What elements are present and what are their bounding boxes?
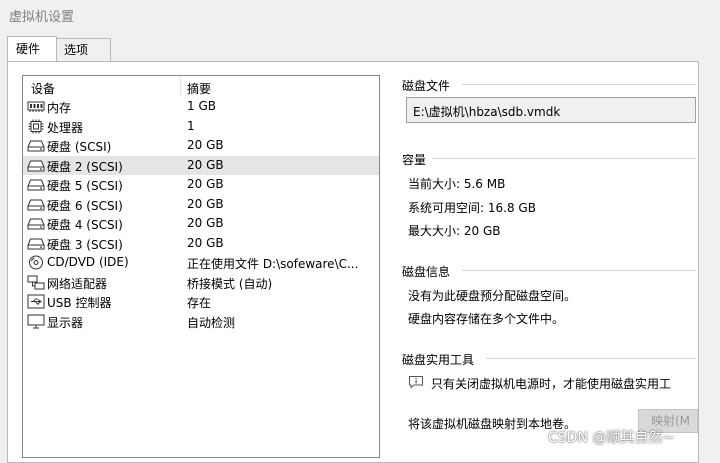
device-row[interactable]: 网络适配器 桥接模式 (自动): [23, 273, 379, 292]
device-name: 显示器: [47, 315, 84, 330]
device-row[interactable]: 显示器 自动检测: [23, 312, 379, 331]
cd-dvd-icon: [27, 255, 45, 270]
memory-icon: [27, 99, 45, 114]
device-summary: 20 GB: [187, 177, 224, 191]
device-summary: 20 GB: [187, 216, 224, 230]
disk-file-title: 磁盘文件: [402, 79, 451, 93]
device-list-header: 设备 摘要: [23, 76, 379, 96]
device-row[interactable]: 硬盘 4 (SCSI) 20 GB: [23, 214, 379, 233]
device-name: 硬盘 4 (SCSI): [47, 218, 123, 232]
device-list[interactable]: 设备 摘要 内存 1 GB 处理器 1 硬盘 (SCSI) 20 GB 硬盘 2 (SCSI…: [22, 75, 380, 458]
group-divider: [486, 358, 696, 359]
device-summary: 正在使用文件 D:\sofeware\C...: [187, 257, 359, 271]
device-name: CD/DVD (IDE): [47, 255, 129, 269]
current-size: 当前大小: 5.6 MB: [408, 177, 506, 191]
disk-info-line1: 没有为此硬盘预分配磁盘空间。: [408, 289, 577, 303]
disk-icon: [27, 197, 45, 212]
disk-file-path-field[interactable]: E:\虚拟机\hbza\sdb.vmdk: [406, 97, 696, 123]
tab-hardware[interactable]: 硬件: [7, 36, 57, 61]
device-summary: 1: [187, 118, 195, 133]
device-row[interactable]: 硬盘 3 (SCSI) 20 GB: [23, 234, 379, 253]
disk-file-path: E:\虚拟机\hbza\sdb.vmdk: [413, 105, 561, 119]
device-row[interactable]: 内存 1 GB: [23, 97, 379, 116]
device-name: USB 控制器: [47, 296, 112, 310]
group-divider: [462, 270, 696, 271]
device-name: 硬盘 (SCSI): [47, 140, 112, 154]
device-name: 网络适配器: [47, 276, 108, 291]
monitor-icon: [27, 314, 45, 329]
window-title: 虚拟机设置: [9, 10, 75, 25]
device-summary: 桥接模式 (自动): [187, 276, 273, 291]
device-summary: 存在: [187, 296, 212, 310]
disk-icon: [27, 158, 45, 173]
capacity-title: 容量: [402, 153, 427, 167]
disk-utilities-title: 磁盘实用工具: [402, 353, 475, 367]
disk-icon: [27, 236, 45, 251]
device-summary: 自动检测: [187, 315, 236, 330]
device-summary: 1 GB: [187, 99, 216, 113]
info-icon: [408, 375, 424, 389]
device-row[interactable]: USB 控制器 存在: [23, 292, 379, 311]
available-space: 系统可用空间: 16.8 GB: [408, 201, 536, 215]
device-name: 处理器: [47, 120, 84, 135]
device-summary: 20 GB: [187, 196, 224, 211]
device-row[interactable]: 硬盘 (SCSI) 20 GB: [23, 136, 379, 155]
disk-icon: [27, 138, 45, 153]
device-row[interactable]: 硬盘 5 (SCSI) 20 GB: [23, 175, 379, 194]
watermark: CSDN @顺其自然~: [548, 430, 675, 446]
device-summary: 20 GB: [187, 157, 224, 172]
power-off-notice: 只有关闭虚拟机电源时，才能使用磁盘实用工: [431, 377, 672, 391]
device-name: 硬盘 3 (SCSI): [47, 237, 123, 252]
device-row[interactable]: 硬盘 6 (SCSI) 20 GB: [23, 195, 379, 214]
device-row[interactable]: 硬盘 2 (SCSI) 20 GB: [23, 155, 379, 175]
disk-info-title: 磁盘信息: [402, 265, 451, 279]
disk-icon: [27, 177, 45, 192]
device-name: 内存: [47, 101, 72, 115]
usb-icon: [27, 294, 45, 309]
cpu-icon: [27, 119, 45, 134]
tab-options[interactable]: 选项: [55, 38, 111, 61]
header-device[interactable]: 设备: [31, 80, 55, 97]
device-name: 硬盘 5 (SCSI): [47, 179, 123, 193]
group-divider: [432, 158, 696, 159]
disk-info-line2: 硬盘内容存储在多个文件中。: [408, 312, 565, 326]
device-name: 硬盘 6 (SCSI): [47, 198, 123, 213]
network-adapter-icon: [27, 275, 45, 290]
device-row[interactable]: 处理器 1: [23, 117, 379, 136]
header-summary[interactable]: 摘要: [187, 80, 211, 97]
device-row[interactable]: CD/DVD (IDE) 正在使用文件 D:\sofeware\C...: [23, 253, 379, 272]
disk-icon: [27, 216, 45, 231]
device-summary: 20 GB: [187, 138, 224, 152]
max-size: 最大大小: 20 GB: [408, 224, 501, 238]
device-summary: 20 GB: [187, 235, 224, 250]
group-divider: [462, 84, 696, 85]
device-name: 硬盘 2 (SCSI): [47, 159, 123, 174]
header-separator[interactable]: [180, 76, 181, 96]
